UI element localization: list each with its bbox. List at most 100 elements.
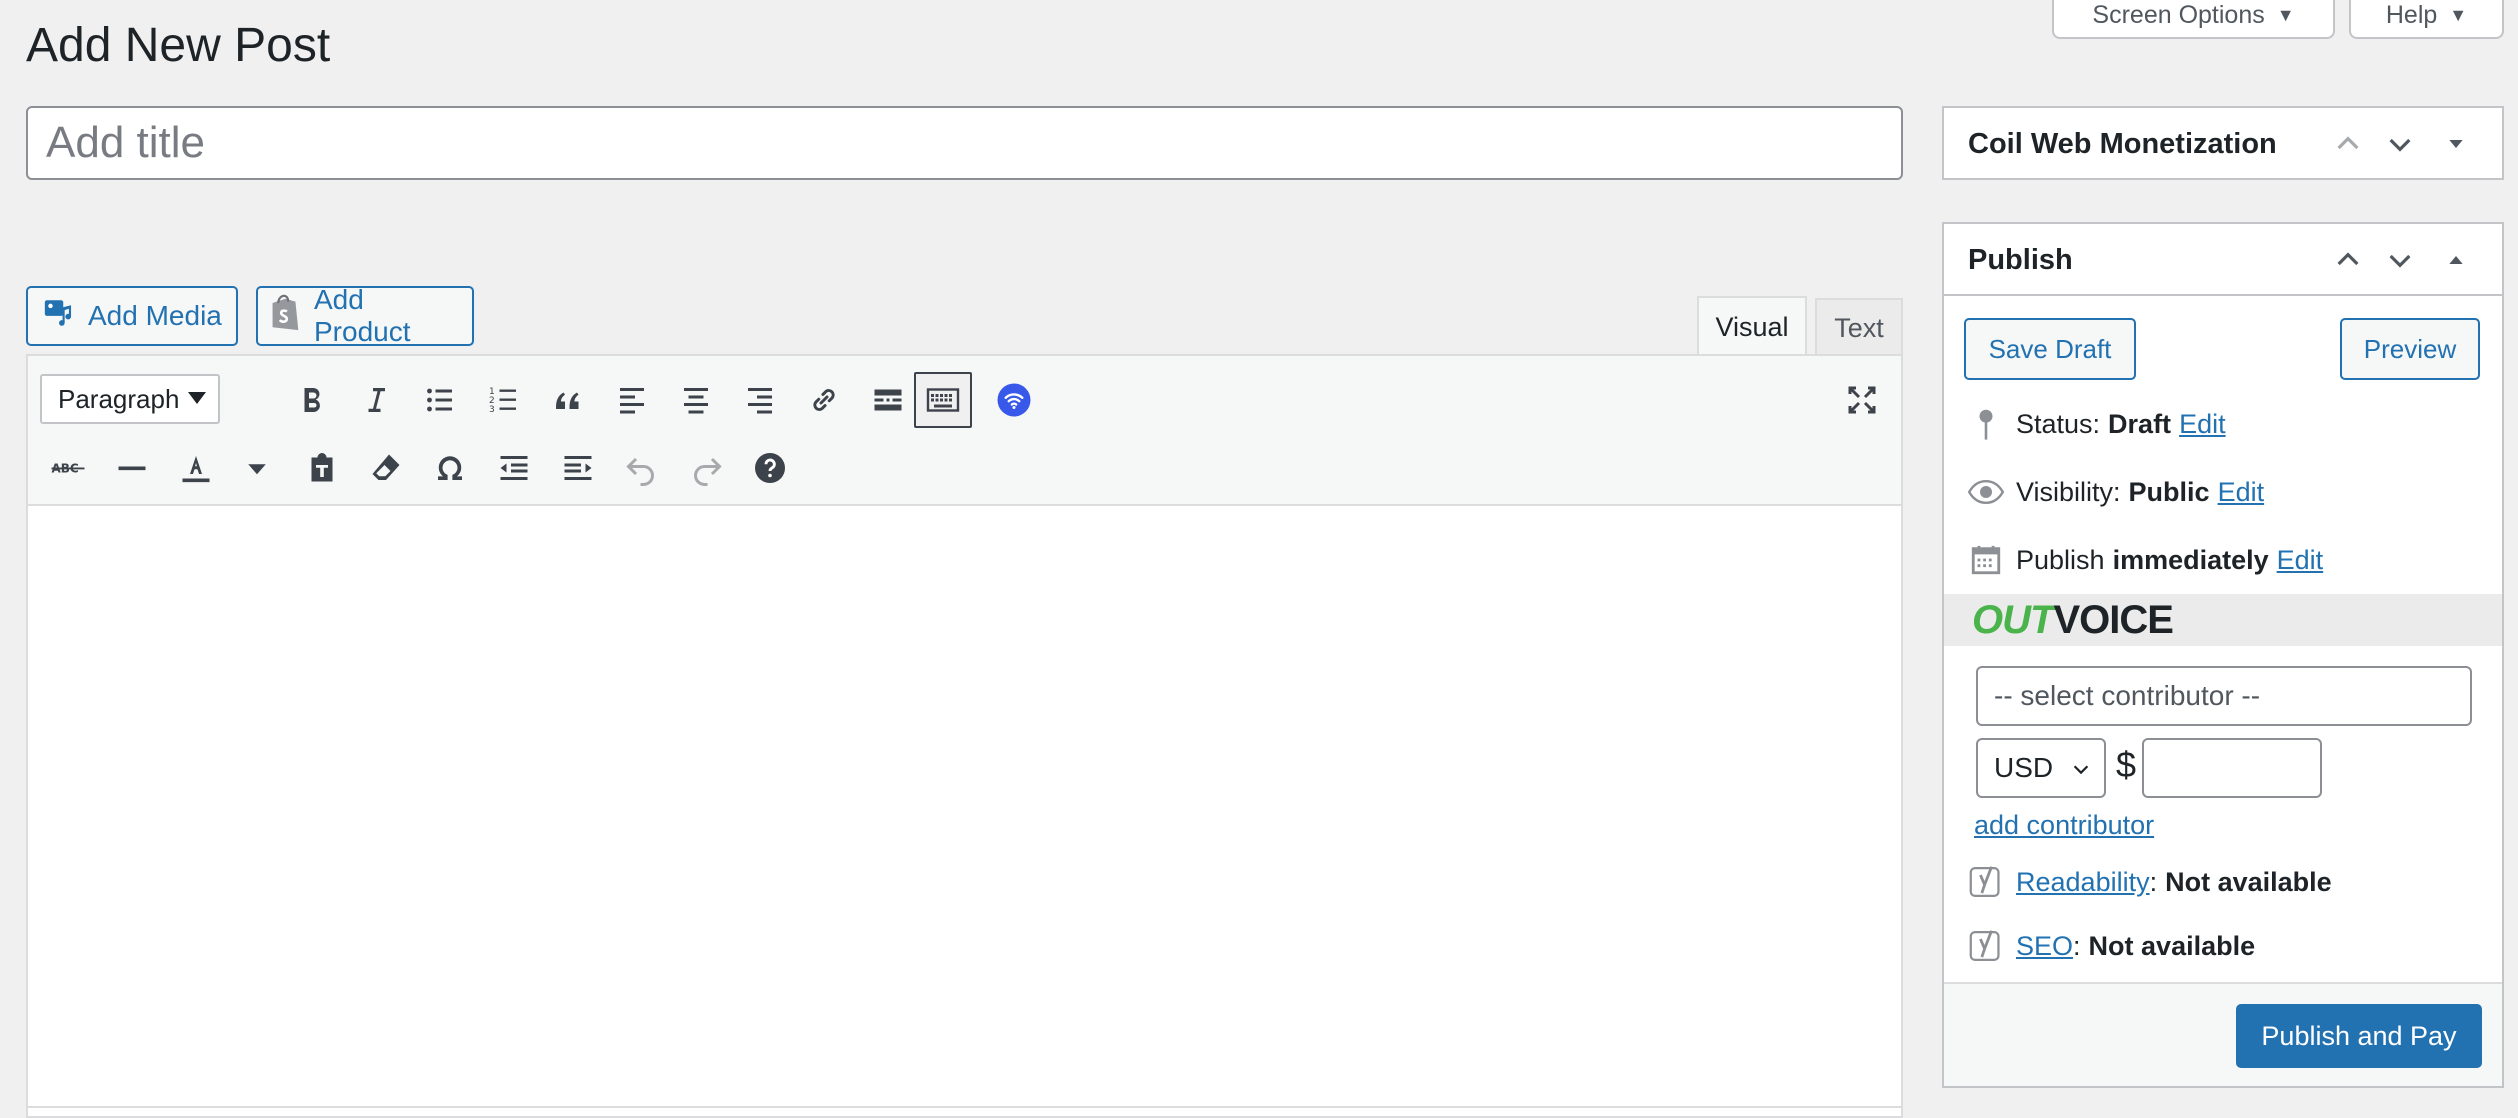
save-draft-button[interactable]: Save Draft — [1964, 318, 2136, 380]
readability-row: Readability: Not available — [1966, 862, 2340, 902]
redo-icon — [694, 457, 722, 486]
edit-schedule-link[interactable]: Edit — [2277, 545, 2324, 576]
toolbar-toggle-button[interactable] — [914, 372, 972, 428]
link-icon — [813, 389, 835, 411]
currency-select[interactable]: USD — [1976, 738, 2106, 798]
contributor-select[interactable]: -- select contributor -- — [1976, 666, 2472, 726]
seo-link[interactable]: SEO — [2016, 931, 2073, 962]
edit-visibility-link[interactable]: Edit — [2218, 477, 2265, 508]
amount-input[interactable] — [2142, 738, 2322, 798]
tab-visual[interactable]: Visual — [1697, 296, 1807, 356]
publish-and-pay-button[interactable]: Publish and Pay — [2236, 1004, 2482, 1068]
pin-icon — [1966, 407, 2006, 441]
publish-box-header[interactable]: Publish — [1944, 224, 2502, 296]
coil-web-monetization-box: Coil Web Monetization — [1942, 106, 2504, 180]
indent-icon — [564, 456, 592, 480]
chevron-down-icon — [2389, 254, 2411, 268]
move-down-button[interactable] — [2382, 126, 2418, 162]
align-center-button[interactable] — [670, 374, 722, 426]
numbered-list-icon: 123 — [489, 387, 516, 415]
align-right-button[interactable] — [734, 374, 786, 426]
eraser-icon — [372, 454, 400, 480]
publish-and-pay-label: Publish and Pay — [2261, 1020, 2457, 1051]
publish-actions: Publish and Pay — [1944, 982, 2502, 1086]
toggle-panel-button[interactable] — [2438, 126, 2474, 162]
shopify-bag-icon — [266, 293, 302, 340]
special-character-button[interactable] — [424, 442, 476, 494]
move-down-button[interactable] — [2382, 242, 2418, 278]
caret-down-icon: ▼ — [2449, 5, 2468, 25]
page-title: Add New Post — [26, 19, 331, 72]
align-left-button[interactable] — [606, 374, 658, 426]
yoast-icon — [1966, 928, 2006, 964]
outvoice-logo-out: OUT — [1972, 598, 2054, 642]
blockquote-button[interactable] — [542, 374, 594, 426]
svg-text:3: 3 — [489, 405, 495, 415]
paste-as-text-button[interactable] — [296, 442, 348, 494]
read-more-button[interactable] — [862, 374, 914, 426]
strikethrough-icon: ABC — [51, 462, 85, 476]
keyboard-shortcuts-button[interactable] — [744, 442, 796, 494]
add-media-button[interactable]: Add Media — [26, 286, 238, 346]
screen-options-label: Screen Options — [2092, 1, 2265, 29]
caret-down-icon — [248, 464, 266, 475]
editor-toolbar: Paragraph 123 ABC — [28, 356, 1901, 506]
bulleted-list-icon — [427, 388, 452, 412]
post-title-input[interactable] — [26, 106, 1903, 180]
move-up-button[interactable] — [2330, 242, 2366, 278]
calendar-icon — [1966, 543, 2006, 577]
keyboard-icon — [926, 388, 960, 412]
align-left-icon — [620, 388, 644, 414]
text-color-button[interactable] — [170, 442, 222, 494]
align-right-icon — [748, 388, 772, 414]
readability-link[interactable]: Readability — [2016, 867, 2150, 898]
editor-content-area[interactable] — [28, 506, 1901, 1108]
format-select-value: Paragraph — [58, 383, 180, 414]
coil-box-header[interactable]: Coil Web Monetization — [1944, 108, 2502, 180]
italic-button[interactable] — [350, 374, 402, 426]
yoast-icon — [1966, 864, 2006, 900]
add-product-button[interactable]: Add Product — [256, 284, 474, 347]
text-color-dropdown[interactable] — [242, 442, 272, 494]
wifi-button[interactable] — [988, 374, 1040, 426]
seo-row: SEO: Not available — [1966, 926, 2263, 966]
add-contributor-link[interactable]: add contributor — [1974, 810, 2154, 841]
bold-button[interactable] — [286, 374, 338, 426]
status-value: Draft — [2108, 408, 2172, 439]
publish-box-title: Publish — [1968, 243, 2073, 276]
fullscreen-button[interactable] — [1836, 374, 1888, 426]
add-product-label: Add Product — [314, 284, 411, 347]
horizontal-line-button[interactable] — [106, 442, 158, 494]
caret-down-icon: ▼ — [2276, 5, 2295, 25]
visibility-value: Public — [2128, 476, 2210, 507]
undo-icon — [626, 457, 654, 486]
indent-button[interactable] — [552, 442, 604, 494]
chevron-down-icon — [2389, 138, 2411, 152]
outdent-button[interactable] — [488, 442, 540, 494]
bold-icon — [304, 388, 320, 412]
tab-text-label: Text — [1834, 312, 1884, 343]
clipboard-icon — [311, 453, 333, 482]
format-select[interactable]: Paragraph — [40, 374, 220, 424]
numbered-list-button[interactable]: 123 — [478, 374, 530, 426]
tab-text[interactable]: Text — [1815, 298, 1903, 356]
undo-button[interactable] — [616, 442, 668, 494]
help-button[interactable]: Help ▼ — [2349, 0, 2504, 39]
edit-status-link[interactable]: Edit — [2179, 409, 2226, 440]
bulleted-list-button[interactable] — [414, 374, 466, 426]
text-color-icon — [182, 456, 210, 483]
move-up-button[interactable] — [2330, 126, 2366, 162]
seo-value: Not available — [2088, 930, 2256, 961]
insert-link-button[interactable] — [798, 374, 850, 426]
redo-button[interactable] — [680, 442, 732, 494]
screen-options-button[interactable]: Screen Options ▼ — [2052, 0, 2335, 39]
clear-formatting-button[interactable] — [360, 442, 412, 494]
toggle-panel-button[interactable] — [2438, 242, 2474, 278]
outvoice-logo-voice: VOICE — [2053, 598, 2173, 642]
strikethrough-button[interactable]: ABC — [42, 442, 94, 494]
publish-schedule-row: Publish immediately Edit — [1966, 540, 2323, 580]
fullscreen-icon — [1848, 386, 1876, 414]
preview-button[interactable]: Preview — [2340, 318, 2480, 380]
eye-icon — [1966, 479, 2006, 505]
schedule-label: Publish — [2016, 544, 2105, 575]
